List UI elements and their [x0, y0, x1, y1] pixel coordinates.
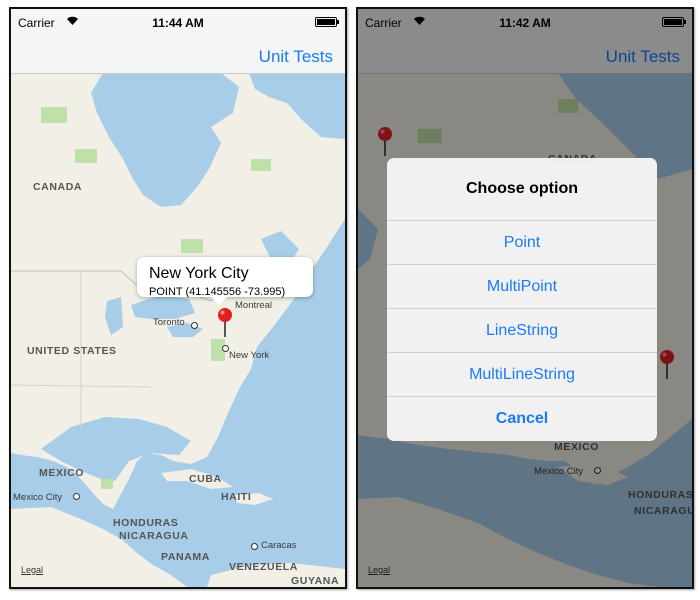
map-label-panama: PANAMA [161, 551, 210, 563]
cancel-button[interactable]: Cancel [387, 396, 657, 440]
map-label-honduras: HONDURAS [113, 517, 179, 529]
map-callout[interactable]: New York City POINT (41.145556 -73.995) [137, 257, 313, 305]
map-label-mexico: MEXICO [39, 467, 85, 479]
map-pin-icon[interactable] [216, 307, 234, 337]
option-multipoint-button[interactable]: MultiPoint [387, 264, 657, 308]
city-label-caracas: Caracas [261, 540, 297, 551]
city-dot-caracas [251, 543, 258, 550]
city-label-toronto: Toronto [153, 317, 185, 328]
map-label-nicaragua: NICARAGUA [119, 530, 189, 542]
choose-option-alert: Choose option Point MultiPoint LineStrin… [387, 158, 657, 441]
map-label-cuba: CUBA [189, 473, 222, 485]
map-label-venezuela: VENEZUELA [229, 561, 298, 573]
city-dot-new-york [222, 345, 229, 352]
legal-link[interactable]: Legal [21, 565, 43, 575]
battery-icon [315, 17, 339, 27]
alert-title: Choose option [466, 180, 578, 197]
city-dot-toronto [191, 322, 198, 329]
callout-subtitle: POINT (41.145556 -73.995) [149, 286, 286, 298]
city-label-new-york: New York [229, 350, 270, 361]
map-label-haiti: HAITI [221, 491, 252, 503]
status-bar: Carrier 11:44 AM [11, 9, 345, 31]
map-label-canada: CANADA [33, 181, 83, 193]
map-label-united-states: UNITED STATES [27, 345, 117, 357]
city-label-mexico-city: Mexico City [13, 492, 63, 503]
unit-tests-button[interactable]: Unit Tests [259, 47, 333, 67]
option-linestring-button[interactable]: LineString [387, 308, 657, 352]
option-multilinestring-button[interactable]: MultiLineString [387, 352, 657, 396]
phone-screen-left: Carrier 11:44 AM Unit Tests CANADA UNITE… [9, 7, 347, 589]
option-point-button[interactable]: Point [387, 220, 657, 264]
city-dot-mexico-city [73, 493, 80, 500]
city-label-montreal: Montreal [235, 300, 272, 311]
phone-screen-right: Carrier 11:42 AM Unit Tests CANADA MEXIC… [356, 7, 694, 589]
status-time: 11:44 AM [152, 16, 204, 30]
callout-title: New York City [149, 265, 249, 282]
map-label-guyana: GUYANA [291, 575, 340, 587]
